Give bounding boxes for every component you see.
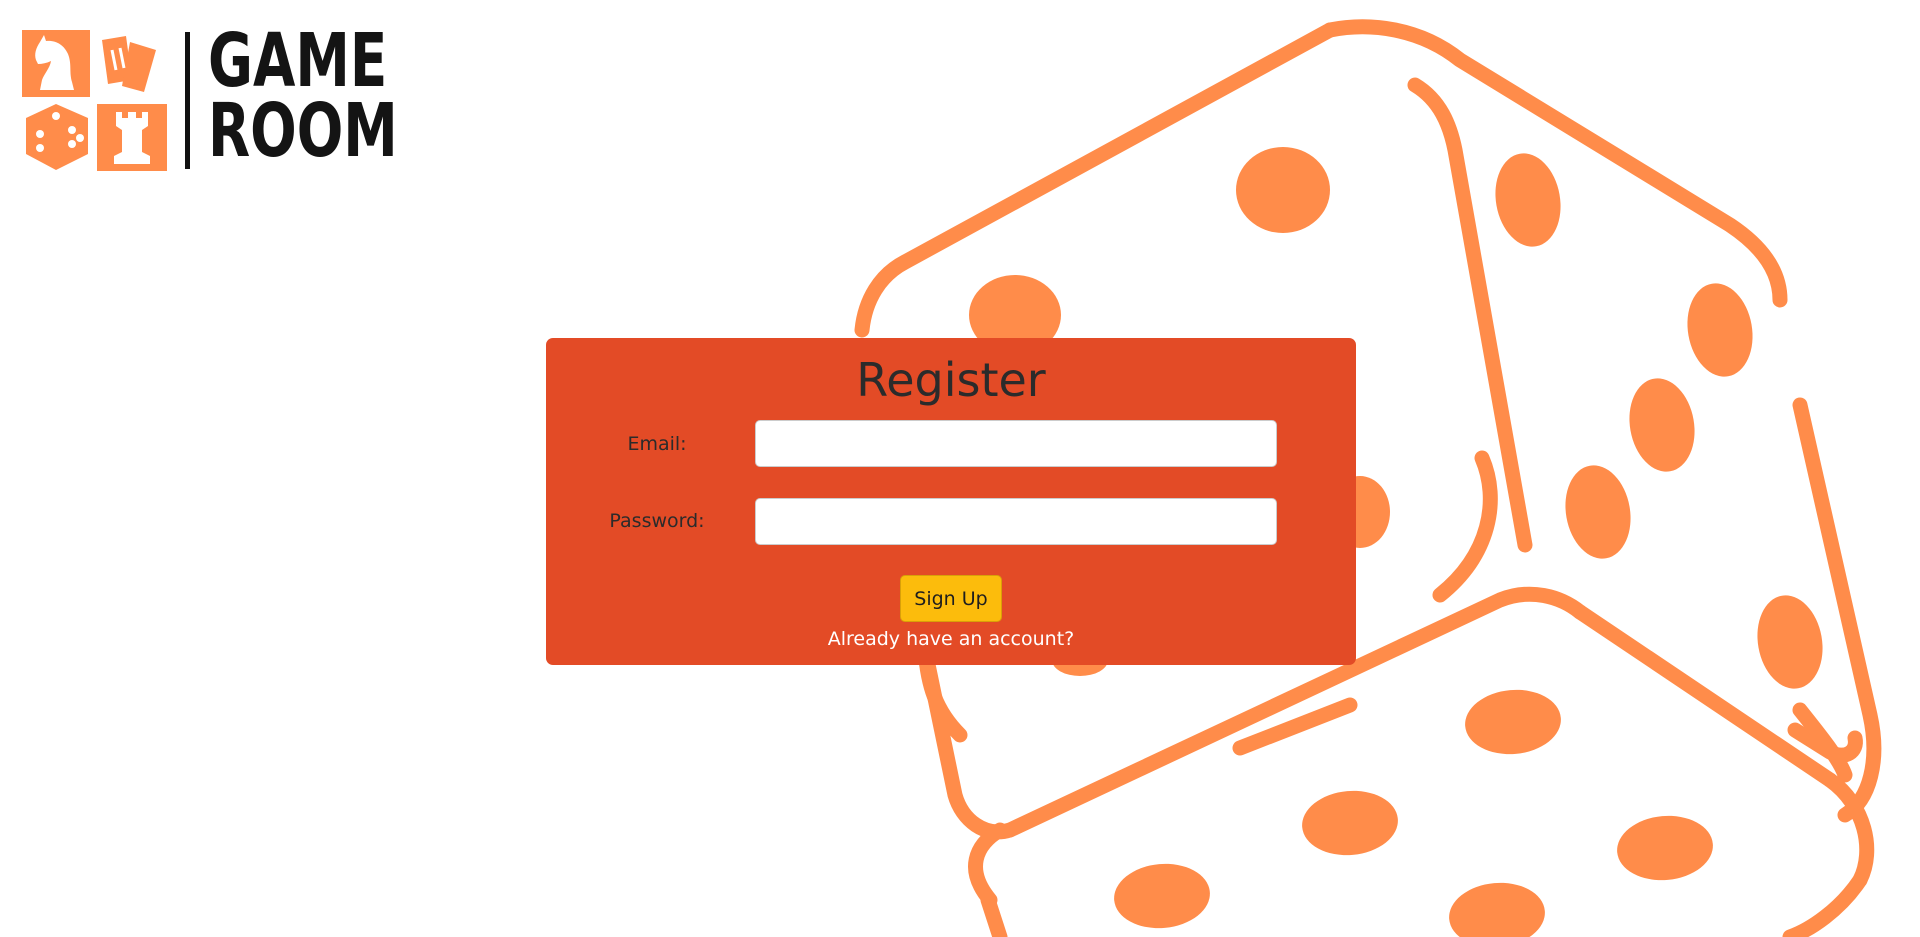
- logo-divider: [185, 32, 190, 169]
- game-tiles-icon: [22, 30, 167, 171]
- register-form: Register Email: Password: Sign Up Alread…: [546, 338, 1356, 665]
- register-title: Register: [856, 353, 1046, 407]
- logo-text-line2: ROOM: [208, 88, 398, 174]
- password-field[interactable]: [755, 498, 1277, 545]
- password-label: Password:: [609, 510, 705, 532]
- login-link[interactable]: Already have an account?: [546, 628, 1356, 650]
- email-field[interactable]: [755, 420, 1277, 467]
- game-room-logo: GAME ROOM: [22, 18, 402, 174]
- sign-up-button[interactable]: Sign Up: [900, 575, 1002, 622]
- email-label: Email:: [627, 433, 687, 455]
- logo-wordmark: GAME ROOM: [208, 18, 398, 174]
- logo-text-line1: GAME: [208, 18, 388, 104]
